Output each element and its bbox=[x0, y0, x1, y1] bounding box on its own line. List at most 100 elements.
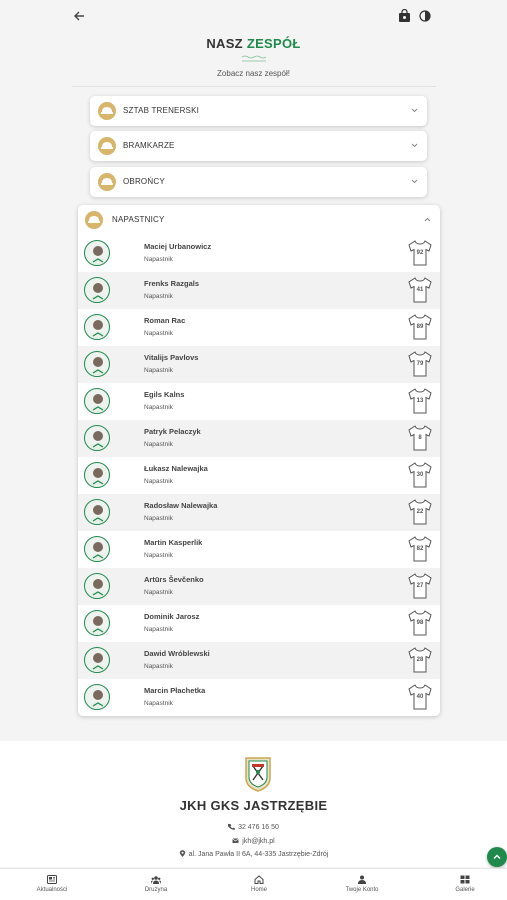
player-avatar bbox=[84, 351, 110, 377]
cap-icon bbox=[85, 211, 103, 229]
player-position: Napastnik bbox=[144, 552, 173, 559]
top-bar bbox=[0, 0, 507, 34]
jersey-icon: 82 bbox=[408, 535, 432, 563]
player-name: Martin Kasperlik bbox=[144, 538, 203, 547]
page-header: NASZ ZESPÓŁ Zobacz nasz zespół! bbox=[0, 34, 507, 78]
jersey-number: 8 bbox=[418, 435, 422, 441]
jersey-number: 28 bbox=[416, 657, 424, 663]
player-position: Napastnik bbox=[144, 441, 173, 448]
player-avatar bbox=[84, 499, 110, 525]
player-row[interactable]: Dawid Wróblewski Napastnik 28 bbox=[78, 642, 440, 679]
news-icon bbox=[47, 875, 57, 884]
accordion-label: NAPASTNICY bbox=[112, 215, 165, 224]
player-row[interactable]: Patryk Pelaczyk Napastnik 8 bbox=[78, 420, 440, 457]
player-name: Vitalijs Pavlovs bbox=[144, 353, 199, 362]
shopping-bag-icon[interactable] bbox=[398, 9, 411, 23]
player-row[interactable]: Roman Rac Napastnik 89 bbox=[78, 309, 440, 346]
cap-icon bbox=[98, 173, 116, 191]
address-text: al. Jana Pawła II 6A, 44-335 Jastrzębie-… bbox=[188, 851, 329, 858]
chevron-up-icon bbox=[493, 854, 501, 859]
club-crest-logo bbox=[245, 757, 271, 792]
player-position: Napastnik bbox=[144, 404, 173, 411]
player-name: Maciej Urbanowicz bbox=[144, 242, 212, 251]
jersey-number: 30 bbox=[416, 472, 424, 478]
email-icon bbox=[232, 838, 239, 843]
player-row[interactable]: Marcin Płachetka Napastnik 40 bbox=[78, 679, 440, 716]
title-part-2: ZESPÓŁ bbox=[246, 36, 301, 51]
player-position: Napastnik bbox=[144, 293, 173, 300]
cap-icon bbox=[98, 137, 116, 155]
player-row[interactable]: Egils Kalns Napastnik 13 bbox=[78, 383, 440, 420]
player-name: Patryk Pelaczyk bbox=[144, 427, 201, 436]
accordion-forwards-header[interactable]: NAPASTNICY bbox=[78, 205, 440, 235]
jersey-icon: 41 bbox=[408, 276, 432, 304]
player-row[interactable]: Martin Kasperlik Napastnik 82 bbox=[78, 531, 440, 568]
gallery-icon bbox=[460, 875, 470, 884]
player-avatar bbox=[84, 388, 110, 414]
player-row[interactable]: Łukasz Nalewajka Napastnik 30 bbox=[78, 457, 440, 494]
jersey-icon: 8 bbox=[408, 424, 432, 452]
contact-phone[interactable]: 32 476 16 50 bbox=[0, 823, 507, 831]
player-name: Radosław Nalewajka bbox=[144, 501, 218, 510]
player-name: Egils Kalns bbox=[144, 390, 185, 399]
player-position: Napastnik bbox=[144, 367, 173, 374]
wave-decoration-icon bbox=[241, 55, 266, 62]
contact-address[interactable]: al. Jana Pawła II 6A, 44-335 Jastrzębie-… bbox=[0, 850, 507, 858]
player-row[interactable]: Vitalijs Pavlovs Napastnik 79 bbox=[78, 346, 440, 383]
accordion-label: BRAMKARZE bbox=[123, 141, 175, 150]
player-row[interactable]: Frenks Razgals Napastnik 41 bbox=[78, 272, 440, 309]
club-name: JKH GKS JASTRZĘBIE bbox=[179, 798, 328, 813]
bottom-nav: Aktualności Drużyna Home Twoje Konto Gal… bbox=[0, 868, 507, 900]
player-name: Łukasz Nalewajka bbox=[144, 464, 208, 473]
nav-label: Drużyna bbox=[144, 887, 168, 893]
back-arrow-icon[interactable] bbox=[72, 9, 86, 23]
footer: JKH GKS JASTRZĘBIE 32 476 16 50 jkh@jkh.… bbox=[0, 741, 507, 867]
player-avatar bbox=[84, 573, 110, 599]
player-avatar bbox=[84, 536, 110, 562]
player-list: Maciej Urbanowicz Napastnik 92 Frenks Razga… bbox=[78, 235, 440, 716]
nav-account[interactable]: Twoje Konto bbox=[332, 875, 392, 893]
jersey-icon: 92 bbox=[408, 239, 432, 267]
divider bbox=[72, 86, 436, 87]
jersey-icon: 98 bbox=[408, 609, 432, 637]
player-position: Napastnik bbox=[144, 626, 173, 633]
location-pin-icon bbox=[179, 850, 185, 857]
accordion-goalkeepers[interactable]: BRAMKARZE bbox=[90, 131, 427, 161]
player-position: Napastnik bbox=[144, 478, 173, 485]
accordion-defenders[interactable]: OBROŃCY bbox=[90, 167, 427, 197]
chevron-down-icon bbox=[411, 108, 418, 113]
email-text: jkh@jkh.pl bbox=[242, 838, 275, 845]
player-position: Napastnik bbox=[144, 589, 173, 596]
scroll-top-button[interactable] bbox=[487, 847, 507, 867]
nav-gallery[interactable]: Galerie bbox=[435, 875, 495, 893]
player-avatar bbox=[84, 647, 110, 673]
phone-icon bbox=[228, 823, 235, 830]
accordion-coaching-staff[interactable]: SZTAB TRENERSKI bbox=[90, 96, 427, 126]
jersey-number: 92 bbox=[416, 250, 424, 256]
nav-team[interactable]: Drużyna bbox=[126, 875, 186, 893]
jersey-icon: 13 bbox=[408, 387, 432, 415]
nav-news[interactable]: Aktualności bbox=[22, 875, 82, 893]
chevron-down-icon bbox=[411, 143, 418, 148]
contrast-icon[interactable] bbox=[419, 10, 431, 22]
contact-email[interactable]: jkh@jkh.pl bbox=[0, 837, 507, 845]
nav-label: Galerie bbox=[455, 887, 475, 893]
nav-home[interactable]: Home bbox=[229, 875, 289, 893]
jersey-number: 89 bbox=[416, 324, 424, 330]
jersey-icon: 30 bbox=[408, 461, 432, 489]
jersey-icon: 89 bbox=[408, 313, 432, 341]
cap-icon bbox=[98, 102, 116, 120]
jersey-number: 13 bbox=[416, 398, 424, 404]
jersey-icon: 79 bbox=[408, 350, 432, 378]
jersey-number: 82 bbox=[416, 546, 424, 552]
chevron-up-icon bbox=[424, 217, 431, 222]
player-row[interactable]: Radosław Nalewajka Napastnik 22 bbox=[78, 494, 440, 531]
jersey-icon: 27 bbox=[408, 572, 432, 600]
player-position: Napastnik bbox=[144, 700, 173, 707]
player-name: Dominik Jarosz bbox=[144, 612, 200, 621]
player-position: Napastnik bbox=[144, 663, 173, 670]
player-row[interactable]: Artūrs Ševčenko Napastnik 27 bbox=[78, 568, 440, 605]
player-row[interactable]: Maciej Urbanowicz Napastnik 92 bbox=[78, 235, 440, 272]
player-row[interactable]: Dominik Jarosz Napastnik 98 bbox=[78, 605, 440, 642]
home-icon bbox=[254, 875, 264, 884]
